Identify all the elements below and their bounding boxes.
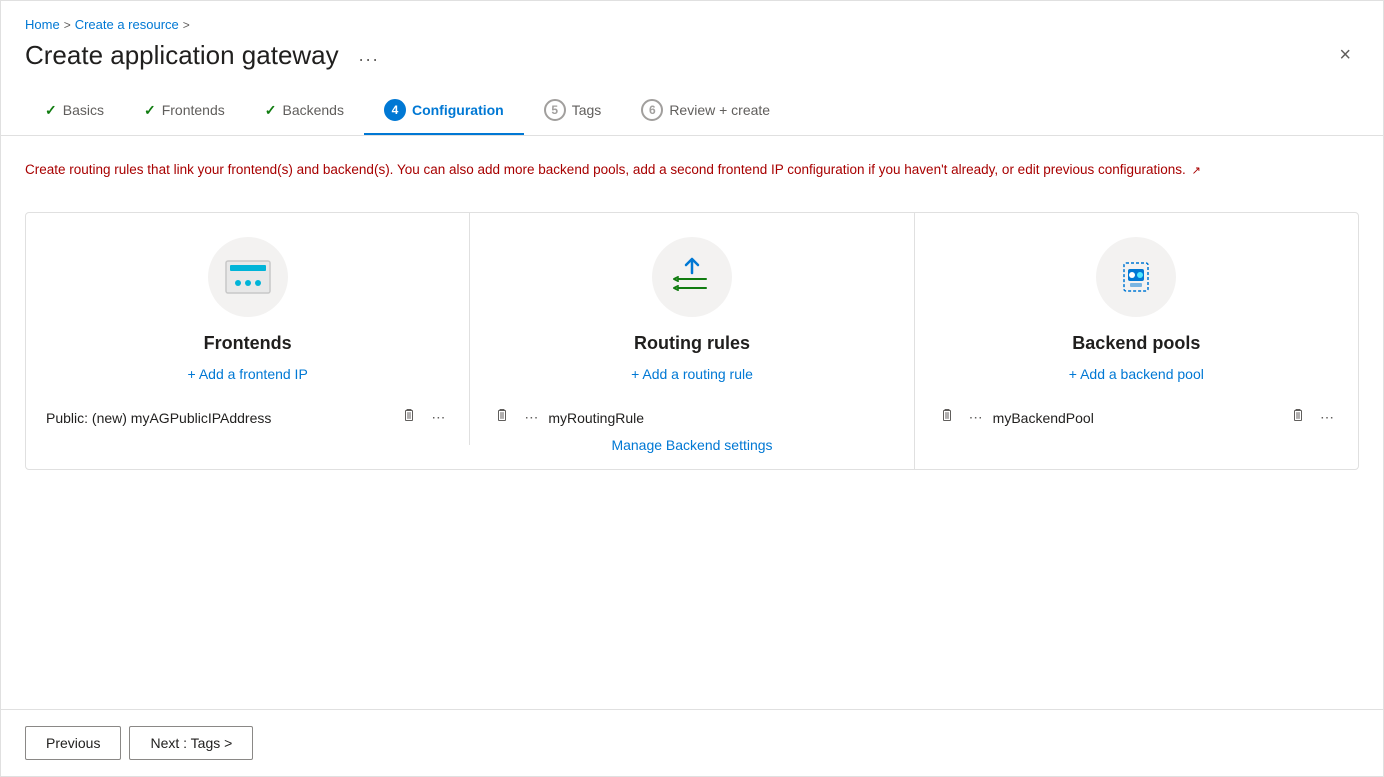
add-frontend-ip-link[interactable]: + Add a frontend IP [188, 366, 308, 382]
ellipsis-button[interactable]: ... [351, 41, 388, 70]
tab-review-num: 6 [641, 99, 663, 121]
page-title: Create application gateway [25, 40, 339, 71]
tab-tags-label: Tags [572, 102, 602, 118]
routing-rules-title: Routing rules [634, 333, 750, 354]
backend-item-row: ⋯ myBackendPool ⋯ [931, 406, 1342, 429]
frontend-delete-button[interactable] [397, 406, 421, 429]
backend-pools-title: Backend pools [1072, 333, 1200, 354]
routing-rules-icon [670, 257, 714, 297]
breadcrumb-create-resource[interactable]: Create a resource [75, 17, 179, 32]
frontends-icon [224, 259, 272, 295]
routing-icon-circle [652, 237, 732, 317]
tab-review-label: Review + create [669, 102, 770, 118]
trash-icon [401, 408, 417, 424]
content-area: Create routing rules that link your fron… [1, 136, 1383, 709]
frontends-title: Frontends [204, 333, 292, 354]
tab-basics[interactable]: ✓ Basics [25, 90, 124, 133]
backend-item-text: myBackendPool [993, 410, 1280, 426]
trash-icon-backend-2 [1290, 408, 1306, 424]
add-routing-rule-link[interactable]: + Add a routing rule [631, 366, 753, 382]
tab-frontends-check: ✓ [144, 102, 156, 119]
tab-review[interactable]: 6 Review + create [621, 87, 790, 135]
routing-item-row: ⋯ myRoutingRule [486, 406, 897, 429]
frontend-item-text: Public: (new) myAGPublicIPAddress [46, 410, 391, 426]
add-backend-pool-link[interactable]: + Add a backend pool [1069, 366, 1204, 382]
tab-configuration[interactable]: 4 Configuration [364, 87, 524, 135]
info-text: Create routing rules that link your fron… [25, 160, 1225, 180]
tabs-bar: ✓ Basics ✓ Frontends ✓ Backends 4 Config… [1, 87, 1383, 136]
tab-configuration-label: Configuration [412, 102, 504, 118]
tab-backends-label: Backends [282, 102, 343, 118]
backend-delete-button[interactable] [935, 406, 959, 429]
routing-delete-button[interactable] [490, 406, 514, 429]
manage-backend-settings-link[interactable]: Manage Backend settings [486, 437, 897, 453]
tab-frontends[interactable]: ✓ Frontends [124, 90, 245, 133]
breadcrumb-sep2: > [183, 18, 190, 32]
main-panel: Home > Create a resource > Create applic… [0, 0, 1384, 777]
external-link-icon: ↗ [1192, 163, 1201, 180]
routing-item-text: myRoutingRule [548, 410, 893, 426]
title-left: Create application gateway ... [25, 40, 388, 71]
backend-pools-icon [1110, 253, 1162, 301]
tab-frontends-label: Frontends [162, 102, 225, 118]
previous-button[interactable]: Previous [25, 726, 121, 760]
column-backend-pools: Backend pools + Add a backend pool ⋯ myB… [915, 213, 1358, 445]
tab-configuration-num: 4 [384, 99, 406, 121]
column-routing-rules: Routing rules + Add a routing rule ⋯ myR… [470, 213, 914, 469]
tab-backends-check: ✓ [265, 102, 277, 119]
backend-icon-circle [1096, 237, 1176, 317]
backend-item-more-button[interactable]: ⋯ [1316, 407, 1338, 428]
breadcrumb-sep1: > [64, 18, 71, 32]
footer: Previous Next : Tags > [1, 709, 1383, 776]
tab-tags[interactable]: 5 Tags [524, 87, 622, 135]
tab-basics-label: Basics [63, 102, 104, 118]
routing-more-button[interactable]: ⋯ [520, 407, 542, 428]
trash-icon-backend [939, 408, 955, 424]
backend-item-delete-button[interactable] [1286, 406, 1310, 429]
breadcrumb: Home > Create a resource > [25, 17, 1359, 32]
breadcrumb-home[interactable]: Home [25, 17, 60, 32]
columns-container: Frontends + Add a frontend IP Public: (n… [25, 212, 1359, 470]
frontend-more-button[interactable]: ⋯ [427, 407, 449, 428]
backend-more-button[interactable]: ⋯ [965, 407, 987, 428]
title-row: Create application gateway ... × [25, 40, 1359, 71]
column-frontends: Frontends + Add a frontend IP Public: (n… [26, 213, 470, 445]
trash-icon-routing [494, 408, 510, 424]
panel-header: Home > Create a resource > Create applic… [1, 1, 1383, 87]
tab-backends[interactable]: ✓ Backends [245, 90, 364, 133]
frontends-icon-circle [208, 237, 288, 317]
tab-tags-num: 5 [544, 99, 566, 121]
next-button[interactable]: Next : Tags > [129, 726, 253, 760]
close-button[interactable]: × [1331, 40, 1359, 71]
tab-basics-check: ✓ [45, 102, 57, 119]
frontend-item-row: Public: (new) myAGPublicIPAddress ⋯ [42, 406, 453, 429]
